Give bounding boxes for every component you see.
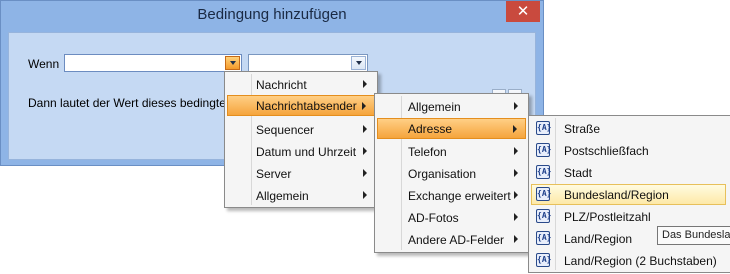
menu-item-label: Straße: [564, 121, 601, 136]
field-category-menu: Nachricht Nachrichtabsender Sequencer Da…: [224, 71, 378, 208]
operator-select-combo[interactable]: [248, 54, 368, 72]
chevron-right-icon: [513, 125, 517, 133]
menu-item-plz-postleitzahl[interactable]: {A} PLZ/Postleitzahl: [531, 206, 728, 227]
menu-item-label: Server: [256, 166, 292, 181]
menu-item-datum-und-uhrzeit[interactable]: Datum und Uhrzeit: [227, 141, 375, 162]
active-directory-field-icon: {A}: [536, 253, 551, 267]
chevron-down-icon: [355, 61, 362, 65]
chevron-right-icon: [514, 147, 518, 155]
menu-item-label: Telefon: [408, 144, 447, 159]
menu-item-telefon[interactable]: Telefon: [377, 141, 526, 162]
active-directory-field-icon: {A}: [536, 165, 551, 179]
menu-item-strasse[interactable]: {A} Straße: [531, 118, 728, 139]
menu-item-allgemein[interactable]: Allgemein: [227, 185, 375, 206]
chevron-right-icon: [363, 169, 367, 177]
menu-item-bundesland-region[interactable]: {A} Bundesland/Region: [531, 184, 726, 205]
chevron-right-icon: [514, 213, 518, 221]
menu-item-postschliessfach[interactable]: {A} Postschließfach: [531, 140, 728, 161]
address-field-menu: {A} Straße {A} Postschließfach {A} Stadt…: [528, 115, 730, 273]
close-icon: ✕: [516, 2, 530, 20]
menu-item-label: Allgemein: [408, 99, 461, 114]
menu-item-label: Exchange erweitert: [408, 188, 511, 203]
menu-item-exchange-erweitert[interactable]: Exchange erweitert: [377, 185, 526, 206]
active-directory-field-icon: {A}: [536, 209, 551, 223]
menu-item-ad-fotos[interactable]: AD-Fotos: [377, 207, 526, 228]
menu-item-label: Allgemein: [256, 188, 309, 203]
menu-item-adresse[interactable]: Adresse: [377, 118, 526, 139]
menu-item-label: Organisation: [408, 166, 477, 181]
menu-item-label: Nachricht: [256, 77, 307, 92]
chevron-right-icon: [514, 169, 518, 177]
chevron-right-icon: [363, 125, 367, 133]
menu-item-nachricht[interactable]: Nachricht: [227, 74, 375, 95]
wenn-label: Wenn: [28, 57, 60, 71]
sender-field-menu: Allgemein Adresse Telefon Organisation E…: [374, 93, 529, 253]
menu-item-label: Adresse: [408, 121, 453, 136]
menu-item-organisation[interactable]: Organisation: [377, 163, 526, 184]
chevron-right-icon: [514, 102, 518, 110]
menu-item-label: Land/Region: [564, 231, 633, 246]
chevron-right-icon: [362, 102, 366, 110]
menu-item-label: Stadt: [564, 165, 593, 180]
menu-item-andere-ad-felder[interactable]: Andere AD-Felder: [377, 229, 526, 250]
menu-item-allgemein[interactable]: Allgemein: [377, 96, 526, 117]
active-directory-field-icon: {A}: [536, 187, 551, 201]
chevron-right-icon: [363, 191, 367, 199]
active-directory-field-icon: {A}: [536, 143, 551, 157]
menu-item-nachrichtabsender[interactable]: Nachrichtabsender: [227, 95, 375, 116]
menu-item-label: Nachrichtabsender: [256, 98, 357, 113]
dann-label: Dann lautet der Wert dieses bedingten Fe: [28, 96, 250, 110]
chevron-right-icon: [363, 147, 367, 155]
tooltip: Das Bundesla: [657, 226, 730, 245]
field-dropdown-button[interactable]: [225, 56, 240, 70]
active-directory-field-icon: {A}: [536, 121, 551, 135]
menu-item-land-region-2-buchstaben[interactable]: {A} Land/Region (2 Buchstaben): [531, 250, 728, 271]
menu-item-label: AD-Fotos: [408, 210, 459, 225]
dialog-title: Bedingung hinzufügen: [197, 6, 347, 23]
menu-item-label: Andere AD-Felder: [408, 232, 505, 247]
menu-item-label: Postschließfach: [564, 143, 649, 158]
menu-item-label: Sequencer: [256, 122, 315, 137]
menu-item-label: Datum und Uhrzeit: [256, 144, 357, 159]
menu-item-label: Bundesland/Region: [564, 187, 669, 202]
chevron-right-icon: [363, 80, 367, 88]
active-directory-field-icon: {A}: [536, 231, 551, 245]
menu-item-label: Land/Region (2 Buchstaben): [564, 253, 717, 268]
menu-item-server[interactable]: Server: [227, 163, 375, 184]
menu-item-label: PLZ/Postleitzahl: [564, 209, 651, 224]
operator-dropdown-button[interactable]: [351, 56, 366, 70]
close-button[interactable]: ✕: [506, 1, 540, 22]
chevron-right-icon: [514, 235, 518, 243]
menu-item-sequencer[interactable]: Sequencer: [227, 119, 375, 140]
menu-item-stadt[interactable]: {A} Stadt: [531, 162, 728, 183]
chevron-down-icon: [229, 61, 236, 65]
title-bar[interactable]: Bedingung hinzufügen ✕: [1, 1, 543, 31]
field-select-combo[interactable]: [64, 54, 242, 72]
chevron-right-icon: [514, 191, 518, 199]
